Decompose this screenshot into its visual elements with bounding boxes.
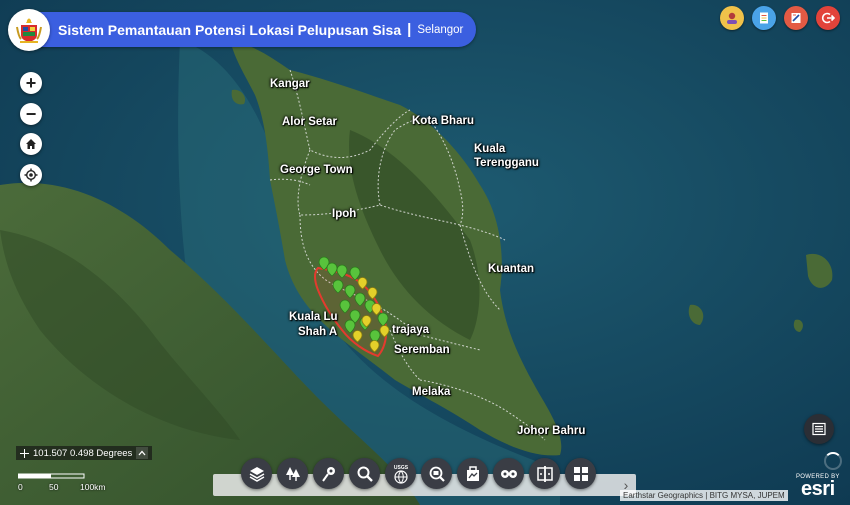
place-label-kuala-lumpur: Kuala Lu [289, 311, 338, 323]
place-label-johor-bahru: Johor Bahru [517, 425, 586, 437]
malaysia-coat-of-arms-logo [8, 8, 50, 51]
swipe-button[interactable] [529, 458, 560, 489]
map-attribution: Earthstar Geographics | BITG MYSA, JUPEM [620, 490, 788, 501]
place-label-kuala: Kuala [474, 143, 506, 155]
list-icon [812, 422, 826, 436]
layers-button[interactable] [241, 458, 272, 489]
usgs-text: USGS [393, 465, 408, 471]
home-button[interactable] [20, 133, 42, 155]
user-profile-icon[interactable] [720, 6, 744, 30]
header-separator: | [407, 21, 412, 38]
query-button[interactable] [421, 458, 452, 489]
loading-spinner-icon [824, 452, 842, 470]
analysis-button[interactable] [493, 458, 524, 489]
coordinate-text: 101.507 0.498 Degrees [33, 447, 133, 459]
search-button[interactable] [349, 458, 380, 489]
satellite-basemap [0, 0, 850, 505]
esri-logo: POWERED BY esri [796, 474, 840, 501]
place-label-ipoh: Ipoh [332, 208, 357, 220]
legend-button[interactable] [804, 414, 834, 444]
basemap-button[interactable] [457, 458, 488, 489]
grid-apps-icon [573, 466, 588, 481]
place-label-seremban: Seremban [394, 344, 450, 356]
place-label-melaka: Melaka [412, 386, 451, 398]
scale-bar [18, 473, 85, 479]
place-label-putrajaya: trajaya [392, 324, 430, 336]
basemap-icon [466, 465, 479, 481]
measure-pin-icon [321, 466, 335, 482]
place-label-kota-bharu: Kota Bharu [412, 115, 474, 127]
document-icon[interactable] [752, 6, 776, 30]
app-subtitle-state: Selangor [417, 23, 464, 36]
scale-label-100km: 100km [80, 482, 106, 492]
logout-icon[interactable] [816, 6, 840, 30]
chevron-up-icon[interactable] [136, 447, 149, 459]
layers-icon [249, 466, 264, 482]
usgs-globe-icon: USGS [393, 465, 408, 484]
place-label-kangar: Kangar [270, 78, 310, 90]
top-right-actions [720, 6, 840, 30]
place-label-terengganu: Terengganu [474, 157, 539, 169]
esri-brand-text: esri [801, 478, 835, 500]
report-icon[interactable] [784, 6, 808, 30]
map-view[interactable]: Kangar Alor Setar Kota Bharu Kuala Teren… [0, 0, 850, 505]
forest-icon [285, 466, 300, 481]
usgs-button[interactable]: USGS [385, 458, 416, 489]
widget-toolbar: USGS [241, 458, 596, 489]
measure-pin-button[interactable] [313, 458, 344, 489]
place-label-shah-alam: Shah A [298, 326, 338, 338]
place-label-alor-setar: Alor Setar [282, 116, 337, 128]
apps-grid-button[interactable] [565, 458, 596, 489]
analysis-icon [500, 469, 517, 478]
zoom-out-button[interactable]: − [20, 103, 42, 125]
place-label-george-town: George Town [280, 164, 353, 176]
locate-button[interactable] [20, 164, 42, 186]
place-label-kuantan: Kuantan [488, 263, 534, 275]
query-icon [429, 466, 445, 482]
search-icon [357, 466, 373, 482]
zoom-in-button[interactable]: + [20, 72, 42, 94]
app-header: Sistem Pemantauan Potensi Lokasi Pelupus… [8, 8, 476, 51]
swipe-icon [536, 465, 553, 482]
home-icon [26, 139, 36, 149]
scale-label-50: 50 [49, 482, 59, 492]
forest-button[interactable] [277, 458, 308, 489]
app-title: Sistem Pemantauan Potensi Lokasi Pelupus… [58, 21, 402, 38]
coordinate-readout[interactable]: 101.507 0.498 Degrees [16, 446, 153, 460]
locate-icon [24, 168, 38, 182]
crosshair-icon [20, 448, 29, 458]
scale-label-0: 0 [18, 482, 23, 492]
